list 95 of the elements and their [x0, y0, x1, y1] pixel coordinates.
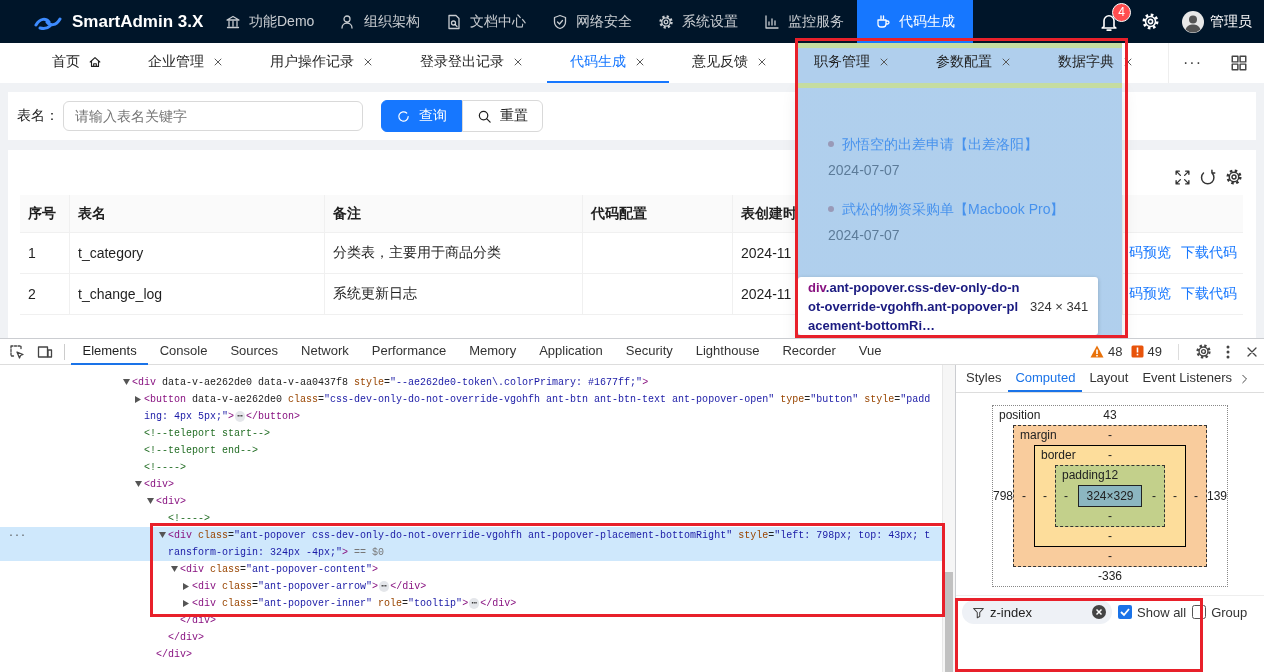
code-line: <div> — [144, 478, 176, 492]
box-model-value: - — [1108, 447, 1112, 464]
menu-item[interactable]: 系统设置 — [645, 0, 752, 43]
action-link[interactable]: 码预览 — [1129, 244, 1171, 262]
devtools-tab[interactable]: Console — [148, 338, 219, 365]
menu-item[interactable]: 组织架构 — [327, 0, 434, 43]
code-line: <div class="ant-popover-inner" role="tooltip"> ⋯ </div> — [192, 597, 518, 611]
box-model-value: - — [1107, 548, 1113, 565]
code-line: <div class="ant-popover-arrow"> ⋯ </div> — [192, 580, 428, 594]
box-model-value: - — [1107, 528, 1113, 545]
action-link[interactable]: 码预览 — [1129, 285, 1171, 303]
devtools-tab[interactable]: Memory — [457, 338, 528, 365]
devtools-tab[interactable]: Application — [527, 338, 615, 365]
notification-badge: 4 — [1112, 2, 1131, 22]
menu-item[interactable]: 代码生成 — [857, 0, 974, 43]
code-line: </div> — [156, 648, 194, 662]
code-line: <!----> — [168, 512, 211, 526]
page-tab[interactable]: 参数配置 — [913, 43, 1035, 83]
table-cell: 1 — [20, 233, 70, 274]
box-model-value: 798 — [993, 489, 1013, 503]
menu-item[interactable]: 功能Demo — [212, 0, 328, 43]
code-line: </div> — [168, 631, 206, 645]
more-tabs-button[interactable]: ··· — [1183, 54, 1202, 72]
sidebar-tab[interactable]: Event Listeners — [1135, 365, 1240, 392]
code-line: <div class="ant-popover css-dev-only-do-not-override-vgohfh ant-popover-placement-bottomRight" style="left: 798px; top: 43px; transform-origin: 324px -4px;"> == $0 — [168, 529, 932, 560]
column-header: 备注 — [325, 195, 583, 233]
box-model-value: - — [1063, 489, 1069, 503]
box-model-value: -336 — [1097, 568, 1123, 585]
action-link[interactable]: 下载代码 — [1181, 285, 1237, 303]
field-label: 表名： — [17, 107, 59, 125]
box-model-value: - — [1021, 489, 1027, 503]
page-tab[interactable]: 代码生成 — [547, 43, 669, 83]
checkbox-label[interactable]: Group — [1211, 604, 1248, 620]
code-line: <button data-v-ae262de0 class="css-dev-only-do-not-override-vgohfh ant-btn ant-btn-text ant-popover-open" type="button" style="padding: 4px 5px;"> ⋯ </button> — [144, 393, 932, 424]
menu-item[interactable]: 文档中心 — [433, 0, 540, 43]
reset-button[interactable]: 重置 — [462, 100, 543, 132]
menu-item[interactable]: 网络安全 — [539, 0, 646, 43]
box-model-value: 139 — [1207, 489, 1227, 503]
devtools-tab[interactable]: Lighthouse — [684, 338, 771, 365]
app-title: SmartAdmin 3.X — [72, 11, 204, 32]
action-link[interactable]: 下载代码 — [1181, 244, 1237, 262]
devtools-tab[interactable]: Vue — [847, 338, 893, 365]
box-model-label: margin — [1020, 427, 1058, 444]
page-tab[interactable]: 首页 — [29, 43, 125, 83]
column-header: 代码配置 — [583, 195, 733, 233]
page-tab[interactable]: 企业管理 — [125, 43, 247, 83]
code-line: <!--teleport end--> — [144, 444, 260, 458]
table-cell: 2 — [20, 274, 70, 315]
box-model-value: - — [1042, 489, 1048, 503]
code-line: <div> — [156, 495, 188, 509]
box-model-value: - — [1193, 489, 1199, 503]
box-model-label: padding — [1062, 467, 1105, 484]
code-line: <div class="ant-popover-content"> — [180, 563, 380, 577]
search-field[interactable]: 请输入表名关键字 — [63, 101, 363, 131]
line-gutter-mark: ··· — [8, 529, 26, 543]
table-cell: t_category — [70, 233, 325, 274]
box-model-value: 43 — [1103, 407, 1117, 424]
element-size: 324 × 341 — [1030, 298, 1089, 314]
error-count[interactable]: 49 — [1147, 344, 1162, 359]
column-header: 序号 — [20, 195, 70, 233]
devtools-tab[interactable]: Network — [289, 338, 361, 365]
page-tab[interactable]: 登录登出记录 — [397, 43, 547, 83]
menu-item[interactable]: 监控服务 — [751, 0, 858, 43]
box-model-value: 12 — [1104, 467, 1119, 484]
sidebar-tab[interactable]: Layout — [1082, 365, 1136, 392]
user-name[interactable]: 管理员 — [1210, 12, 1252, 31]
devtools-tab[interactable]: Recorder — [770, 338, 848, 365]
code-line: <div data-v-ae262de0 data-v-aa0437f8 style="--ae262de0-token\.colorPrimary: #1677ff;"> — [132, 376, 650, 390]
query-button[interactable]: 查询 — [381, 100, 462, 132]
page-tab[interactable]: 用户操作记录 — [247, 43, 397, 83]
content-box: 324×329 — [1078, 485, 1142, 507]
page-tab[interactable]: 职务管理 — [791, 43, 913, 83]
table-cell: t_change_log — [70, 274, 325, 315]
devtools-tab[interactable]: Elements — [71, 338, 149, 365]
box-model-value: - — [1151, 489, 1157, 503]
box-model-value: - — [1107, 508, 1113, 525]
code-line: <!--teleport start--> — [144, 427, 272, 441]
warning-count[interactable]: 48 — [1108, 344, 1123, 359]
sidebar-tab[interactable]: Computed — [1008, 365, 1083, 392]
box-model-value: - — [1172, 489, 1178, 503]
page-tab[interactable]: 意见反馈 — [669, 43, 791, 83]
column-header: 表名 — [70, 195, 325, 233]
message-date: 2024-07-07 — [828, 161, 901, 180]
box-model-label: position — [999, 407, 1042, 424]
sidebar-tab[interactable]: Styles — [959, 365, 1009, 392]
devtools-tab[interactable]: Security — [614, 338, 685, 365]
page-tab[interactable]: 数据字典 — [1035, 43, 1157, 83]
table-cell: 分类表，主要用于商品分类 — [325, 233, 583, 274]
devtools-tab[interactable]: Sources — [218, 338, 290, 365]
code-line: <!----> — [144, 461, 187, 475]
checkbox-label[interactable]: Show all — [1137, 604, 1187, 620]
box-model-value: - — [1108, 427, 1112, 444]
box-model-label: border — [1041, 447, 1077, 464]
table-cell: 系统更新日志 — [325, 274, 583, 315]
devtools-tab[interactable]: Performance — [360, 338, 458, 365]
